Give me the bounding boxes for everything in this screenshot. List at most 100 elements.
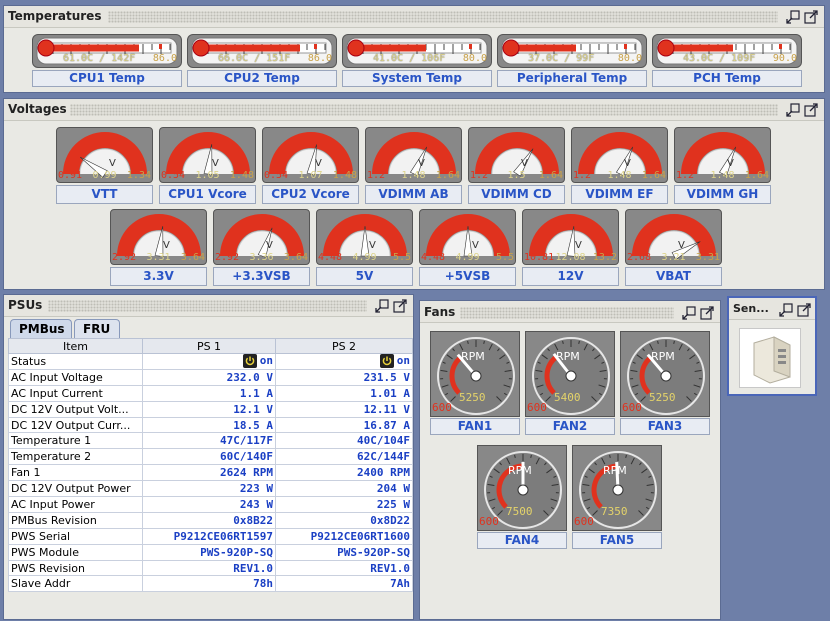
sensor-title-bar[interactable]: Sen... [729,298,815,320]
fan-gauge-1[interactable]: RPM 600 5400 FAN2 [525,331,615,435]
column-header-ps2[interactable]: PS 2 [275,338,413,354]
ps1-value: 243 W [142,496,276,513]
voltage-gauge-4[interactable]: V 1.2 1.5 1.64 VDIMM CD [468,127,565,204]
maximize-icon[interactable] [797,303,811,317]
temp-reading: 43.0C / 109F [683,53,756,64]
fan-gauge-2[interactable]: RPM 600 5250 FAN3 [620,331,710,435]
psus-title-bar[interactable]: PSUs [4,295,413,317]
fan-label: FAN3 [620,418,710,435]
voltage-dial: V 4.48 4.99 5.5 [316,209,413,265]
fan-gauge-0[interactable]: RPM 600 5250 FAN1 [430,331,520,435]
fan-min: 600 [432,401,452,414]
fan-label: FAN2 [525,418,615,435]
temperatures-title-bar[interactable]: Temperatures [4,6,824,28]
table-row[interactable]: DC 12V Output Power 223 W 204 W [8,480,413,498]
row-label: AC Input Voltage [8,368,143,386]
server-chassis-icon[interactable] [739,328,801,388]
undock-icon[interactable] [682,306,696,320]
voltage-label: +3.3VSB [213,267,310,286]
temp-gauge-4[interactable]: 43.0C / 109F 90.0 PCH Temp [652,34,802,88]
maximize-icon[interactable] [393,299,407,313]
undock-icon[interactable] [779,303,793,317]
voltage-gauge-1[interactable]: V 0.54 1.05 1.48 CPU1 Vcore [159,127,256,204]
table-row[interactable]: PWS Serial P9212CE06RT1597 P9212CE06RT16… [8,527,413,545]
ps1-value: 1.1 A [142,384,276,402]
voltage-gauge-6[interactable]: V 1.2 1.48 1.64 VDIMM GH [674,127,771,204]
table-row[interactable]: Slave Addr 78h 7Ah [8,575,413,593]
voltage-gauge-5[interactable]: V 1.2 1.48 1.64 VDIMM EF [571,127,668,204]
fan-gauge-3[interactable]: RPM 600 7500 FAN4 [477,445,567,549]
temp-max: 86.0 [152,53,177,64]
panel-title: Sen... [733,302,769,315]
undock-icon[interactable] [786,10,800,24]
temp-gauge-2[interactable]: 41.0C / 106F 80.0 System Temp [342,34,492,88]
gauge-max: 3.64 [283,252,308,263]
panel-title: Temperatures [8,9,102,23]
ps1-value: 78h [142,575,276,593]
voltage-label: CPU1 Vcore [159,185,256,204]
temp-gauge-3[interactable]: 37.0C / 99F 80.0 Peripheral Temp [497,34,647,88]
voltage-gauge-8[interactable]: V 2.92 3.36 3.64 +3.3VSB [213,209,310,286]
voltage-gauge-11[interactable]: V 10.81 12.08 13.2 12V [522,209,619,286]
voltage-dial: V 0.54 1.05 1.48 [159,127,256,183]
ps1-value: 0x8B22 [142,511,276,529]
tab-fru[interactable]: FRU [74,319,120,339]
svg-text:V: V [678,240,685,251]
svg-text:V: V [163,240,170,251]
table-row[interactable]: Fan 1 2624 RPM 2400 RPM [8,464,413,482]
svg-text:V: V [109,158,116,169]
fans-title-bar[interactable]: Fans [420,301,720,323]
ps1-value: REV1.0 [142,559,276,577]
row-label: DC 12V Output Volt... [8,400,143,418]
column-header-ps1[interactable]: PS 1 [142,338,276,354]
table-row[interactable]: AC Input Power 243 W 225 W [8,496,413,513]
svg-text:V: V [624,158,631,169]
maximize-icon[interactable] [700,306,714,320]
ps2-value: REV1.0 [275,559,413,577]
fan-gauge-4[interactable]: RPM 600 7350 FAN5 [572,445,662,549]
table-row[interactable]: DC 12V Output Curr... 18.5 A 16.87 A [8,416,413,434]
voltage-gauge-3[interactable]: V 1.2 1.48 1.64 VDIMM AB [365,127,462,204]
table-row[interactable]: AC Input Current 1.1 A 1.01 A [8,384,413,402]
row-label: PWS Revision [8,559,143,577]
table-row[interactable]: DC 12V Output Volt... 12.1 V 12.11 V [8,400,413,418]
voltages-title-bar[interactable]: Voltages [4,99,824,121]
table-row[interactable]: Temperature 1 47C/117F 40C/104F [8,432,413,450]
temp-gauge-0[interactable]: 61.0C / 142F 86.0 CPU1 Temp [32,34,182,88]
voltage-dial: V 2.92 3.31 3.64 [110,209,207,265]
temp-gauge-1[interactable]: 66.0C / 151F 86.0 CPU2 Temp [187,34,337,88]
voltage-gauge-9[interactable]: V 4.48 4.99 5.5 5V [316,209,413,286]
drag-grip[interactable] [48,300,367,312]
table-row[interactable]: Temperature 2 60C/140F 62C/144F [8,448,413,466]
voltage-gauge-12[interactable]: V 2.68 3.21 3.31 VBAT [625,209,722,286]
undock-icon[interactable] [375,299,389,313]
table-row[interactable]: AC Input Voltage 232.0 V 231.5 V [8,368,413,386]
drag-grip[interactable] [70,104,778,116]
table-row[interactable]: PWS Revision REV1.0 REV1.0 [8,559,413,577]
tab-pmbus[interactable]: PMBus [10,319,72,339]
maximize-icon[interactable] [804,10,818,24]
undock-icon[interactable] [786,103,800,117]
fan-label: FAN4 [477,532,567,549]
voltage-dial: V 1.2 1.48 1.64 [365,127,462,183]
svg-text:V: V [472,240,479,251]
drag-grip[interactable] [460,307,674,319]
voltage-gauge-10[interactable]: V 4.48 4.99 5.5 +5VSB [419,209,516,286]
gauge-max: 13.2 [592,252,617,263]
voltage-label: CPU2 Vcore [262,185,359,204]
voltage-gauge-0[interactable]: V 0.91 0.99 1.34 VTT [56,127,153,204]
temp-max: 90.0 [772,53,797,64]
voltage-gauge-2[interactable]: V 0.54 1.07 1.48 CPU2 Vcore [262,127,359,204]
row-label: AC Input Current [8,384,143,402]
maximize-icon[interactable] [804,103,818,117]
table-row[interactable]: PWS Module PWS-920P-SQ PWS-920P-SQ [8,543,413,561]
table-row[interactable]: PMBus Revision 0x8B22 0x8D22 [8,511,413,529]
voltage-label: 12V [522,267,619,286]
temperature-fill-bar [198,44,300,52]
voltage-gauge-7[interactable]: V 2.92 3.31 3.64 3.3V [110,209,207,286]
sensor-panel: Sen... [727,296,817,396]
voltage-dial: V 1.2 1.48 1.64 [674,127,771,183]
table-row-status[interactable]: Status on on [8,353,413,370]
column-header-item[interactable]: Item [8,338,143,354]
drag-grip[interactable] [108,11,778,23]
